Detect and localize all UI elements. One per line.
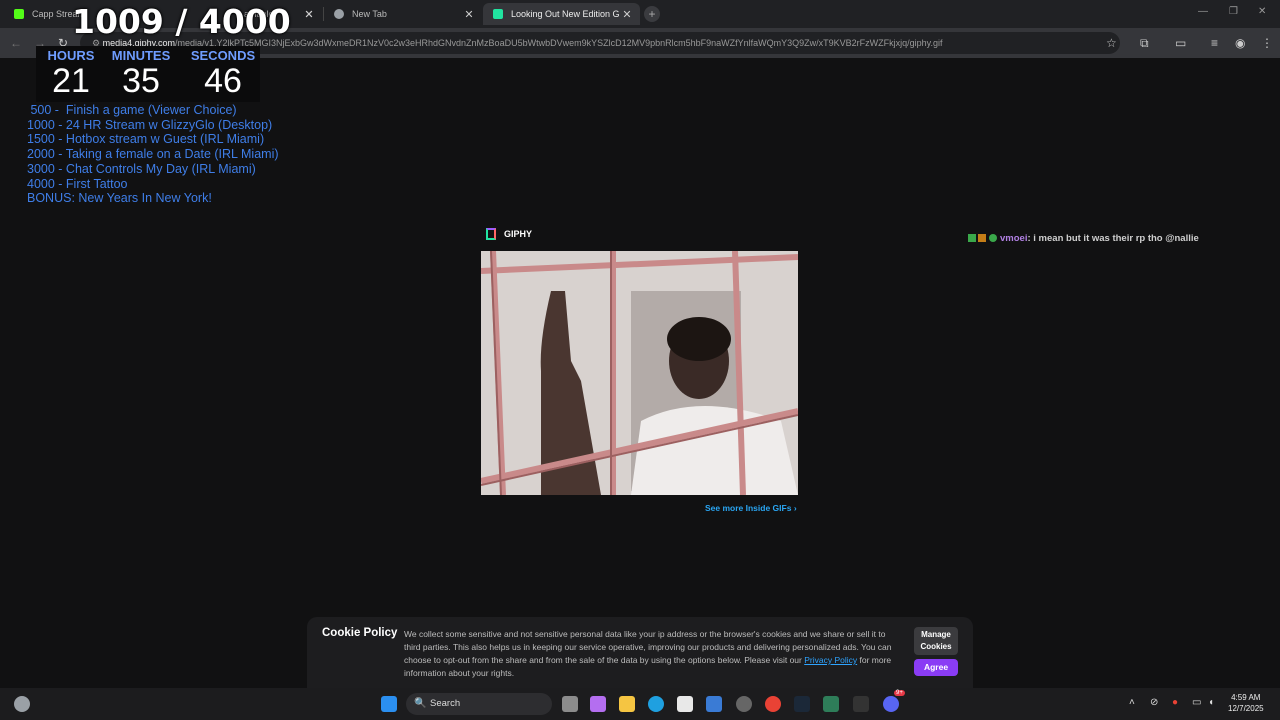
discord-icon[interactable]: [883, 696, 899, 712]
microphone-icon[interactable]: ●: [1172, 697, 1178, 708]
goal-item: 4000 - First Tattoo: [27, 176, 128, 191]
close-icon[interactable]: ✕: [462, 8, 476, 21]
timer-value: 21: [52, 62, 90, 100]
goal-item: 3000 - Chat Controls My Day (IRL Miami): [27, 161, 256, 176]
timer-value: 35: [122, 62, 160, 100]
chat-message: vmoei: i mean but it was their rp tho @n…: [968, 233, 1199, 244]
agree-button[interactable]: Agree: [914, 659, 958, 676]
reading-list-icon[interactable]: ≡: [1211, 36, 1218, 50]
timer-seconds: SECONDS 46: [188, 48, 258, 99]
media-icon[interactable]: ▭: [1175, 36, 1186, 50]
windows-start-icon[interactable]: [381, 696, 397, 712]
goal-item: BONUS: New Years In New York!: [27, 191, 212, 206]
privacy-policy-link[interactable]: Privacy Policy: [804, 655, 857, 665]
extensions-icon[interactable]: ⧉: [1140, 36, 1149, 51]
goal-item: 500 - Finish a game (Viewer Choice): [27, 103, 237, 117]
taskbar-clock[interactable]: 4:59 AM 12/7/2025: [1228, 692, 1264, 714]
discord-badge: 9+: [894, 690, 905, 696]
giphy-brand[interactable]: GIPHY: [504, 229, 532, 239]
timer-minutes: MINUTES 35: [106, 48, 176, 99]
task-view-icon[interactable]: [562, 696, 578, 712]
network-icon[interactable]: ⊘: [1150, 697, 1158, 708]
chevron-up-icon[interactable]: ˄: [1129, 697, 1135, 708]
menu-icon[interactable]: ⋮: [1261, 36, 1273, 50]
clock-date: 12/7/2025: [1228, 704, 1264, 713]
goal-item: 1500 - Hotbox stream w Guest (IRL Miami): [27, 132, 265, 147]
timer-hours: HOURS 21: [36, 48, 106, 99]
goal-item: 1000 - 24 HR Stream w GlizzyGlo (Desktop…: [27, 117, 273, 132]
minimize-icon[interactable]: —: [1198, 6, 1208, 17]
new-tab-button[interactable]: +: [644, 6, 660, 22]
clock-time: 4:59 AM: [1231, 693, 1261, 702]
search-icon: 🔍: [414, 698, 427, 709]
windows-taskbar: 🔍 Search 9+ ˄ ⊘ ● ▭ ◖ 4:59 AM 12/7/2025: [0, 688, 1280, 720]
volume-icon[interactable]: ◖: [1208, 697, 1214, 708]
tab-title: New Tab: [352, 9, 387, 19]
goal-item: 2000 - Taking a female on a Date (IRL Mi…: [27, 147, 279, 162]
kick-icon: [14, 9, 24, 19]
taskbar-search[interactable]: 🔍 Search: [406, 693, 552, 715]
store-icon[interactable]: [677, 696, 693, 712]
chrome-icon[interactable]: [765, 696, 781, 712]
chrome-icon: [334, 9, 344, 19]
tab-giphy-active[interactable]: Looking Out New Edition GIF b ✕: [483, 3, 640, 25]
goal-list: 500 - Finish a game (Viewer Choice) 1000…: [27, 103, 279, 206]
restore-icon[interactable]: ❐: [1229, 6, 1238, 17]
gif-illustration: [481, 251, 798, 495]
close-icon[interactable]: ✕: [620, 8, 634, 21]
cookie-body: We collect some sensitive and not sensit…: [404, 628, 904, 680]
close-icon[interactable]: ✕: [302, 8, 316, 21]
verified-badge-icon: [989, 234, 997, 243]
subathon-timer: HOURS 21 MINUTES 35 SECONDS 46: [36, 46, 260, 102]
chat-username: vmoei: [1000, 233, 1028, 244]
xbox-icon[interactable]: [823, 696, 839, 712]
cookie-title: Cookie Policy: [322, 627, 398, 639]
timer-label: SECONDS: [190, 48, 256, 63]
close-window-icon[interactable]: ✕: [1258, 6, 1266, 17]
search-label: Search: [430, 698, 461, 709]
giphy-logo-icon[interactable]: [486, 228, 496, 240]
tab-title: Looking Out New Edition GIF b: [511, 9, 620, 19]
epic-games-icon[interactable]: [853, 696, 869, 712]
back-icon[interactable]: ←: [10, 36, 22, 50]
timer-label: HOURS: [47, 48, 95, 63]
weather-icon[interactable]: [14, 696, 30, 712]
timer-value: 46: [204, 62, 242, 100]
kick-badge-icon: [968, 234, 976, 243]
bookmark-star-icon[interactable]: ☆: [1106, 36, 1117, 50]
giphy-favicon-icon: [493, 9, 503, 19]
see-more-label: See more Inside GIFs: [705, 503, 792, 513]
settings-icon[interactable]: [736, 696, 752, 712]
sub-goal-counter: 1009 / 4000: [72, 2, 291, 41]
edge-icon[interactable]: [648, 696, 664, 712]
timer-label: MINUTES: [111, 48, 171, 63]
see-more-link[interactable]: See more Inside GIFs ›: [705, 503, 797, 513]
cookie-banner: Cookie Policy We collect some sensitive …: [307, 617, 973, 688]
steam-icon[interactable]: [794, 696, 810, 712]
gif-image[interactable]: [481, 251, 798, 495]
chat-text: i mean but it was their rp tho @nallie: [1033, 233, 1199, 244]
display-icon[interactable]: ▭: [1192, 697, 1201, 708]
file-explorer-icon[interactable]: [619, 696, 635, 712]
subscriber-badge-icon: [978, 234, 986, 243]
copilot-icon[interactable]: [590, 696, 606, 712]
mail-icon[interactable]: [706, 696, 722, 712]
manage-cookies-button[interactable]: Manage Cookies: [914, 627, 958, 655]
chevron-right-icon: ›: [793, 503, 797, 513]
tab-new-tab[interactable]: New Tab ✕: [324, 3, 482, 25]
profile-icon[interactable]: ◉: [1235, 36, 1245, 50]
